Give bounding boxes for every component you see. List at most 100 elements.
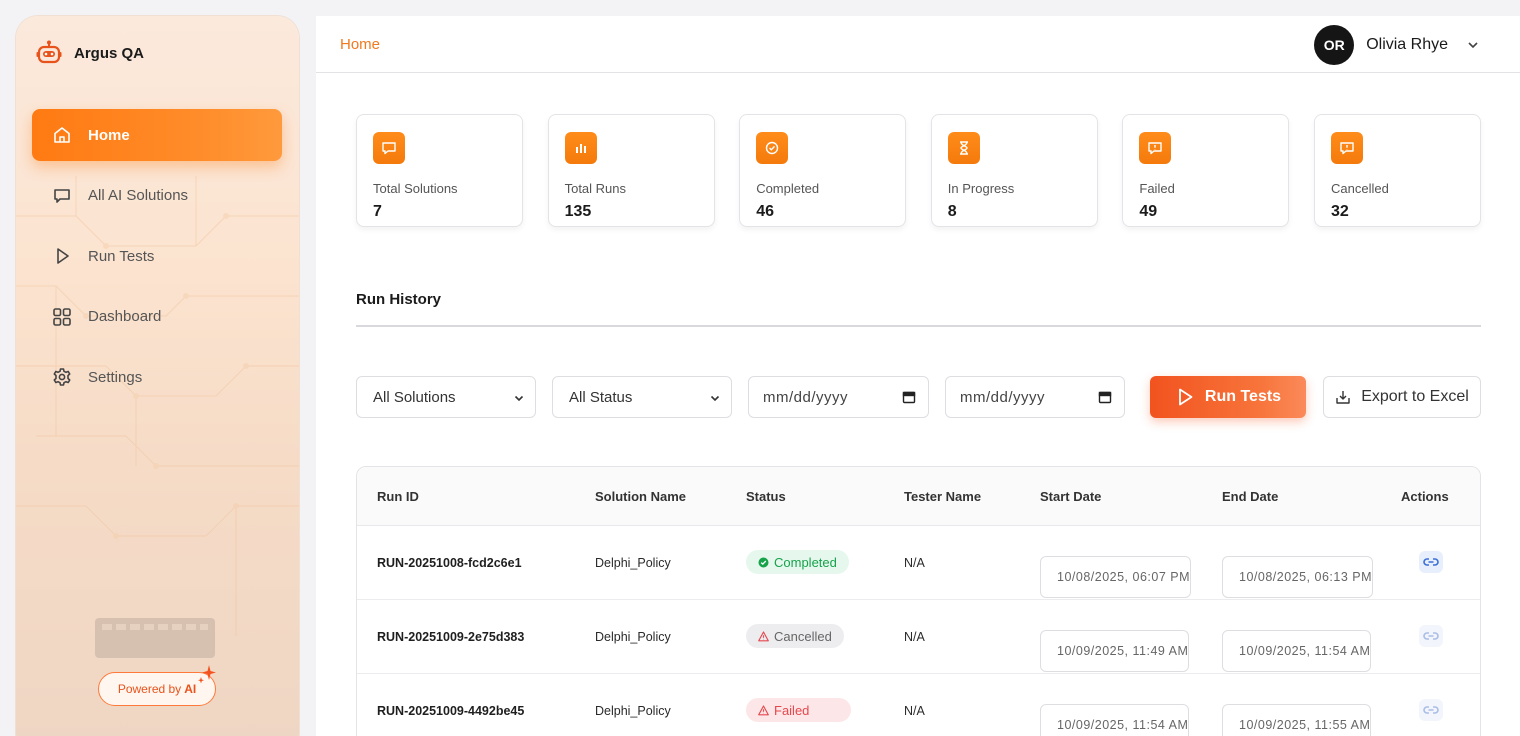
tester-name: N/A (904, 704, 925, 718)
start-date: 10/08/2025, 06:07 PM (1040, 556, 1192, 598)
filters-bar: All Solutions All Status mm/dd/yyyy mm/d… (356, 376, 1481, 418)
sidebar-item-label: All AI Solutions (88, 187, 189, 205)
stat-label: In Progress (947, 181, 1015, 196)
stats-cards: Total Solutions 7 Total Runs 135 Complet… (356, 114, 1481, 227)
chevron-down-icon[interactable] (1466, 38, 1480, 52)
breadcrumb[interactable]: Home (340, 36, 380, 53)
end-date: 10/09/2025, 11:55 AM (1222, 704, 1372, 736)
stat-value: 7 (373, 203, 382, 220)
stat-icon-box (1139, 132, 1172, 164)
sidebar-item-home[interactable]: Home (32, 109, 282, 161)
column-header: Solution Name (595, 489, 687, 504)
status-badge: Failed (746, 698, 851, 722)
solution-name: Delphi_Policy (595, 556, 671, 570)
stat-value: 49 (1139, 203, 1158, 220)
end-date-input[interactable]: mm/dd/yyyy (945, 376, 1125, 418)
stat-value: 135 (564, 203, 592, 220)
calendar-icon[interactable] (1098, 390, 1112, 404)
start-date: 10/09/2025, 11:49 AM (1040, 630, 1190, 672)
run-history-table: Run ID Solution Name Status Tester Name … (356, 466, 1481, 736)
status-filter-value: All Status (569, 388, 633, 406)
view-link-button[interactable] (1419, 699, 1443, 721)
stat-icon-box (373, 132, 405, 164)
column-header: Actions (1401, 489, 1449, 504)
status-badge: Completed (746, 550, 849, 574)
sidebar-item-run-tests[interactable]: Run Tests (32, 230, 282, 282)
grid-icon (53, 307, 71, 326)
stat-label: Completed (756, 181, 820, 196)
check-circle-icon (765, 141, 779, 155)
end-date: 10/09/2025, 11:54 AM (1222, 630, 1372, 672)
calendar-icon[interactable] (902, 390, 916, 404)
chevron-down-icon (514, 395, 524, 402)
sidebar-item-settings[interactable]: Settings (32, 351, 282, 403)
top-header: Home OR Olivia Rhye (316, 16, 1520, 73)
table-row[interactable]: RUN-20251009-2e75d383 Delphi_Policy Canc… (357, 600, 1480, 674)
table-row[interactable]: RUN-20251008-fcd2c6e1 Delphi_Policy Comp… (357, 526, 1480, 600)
sparkle-icon (198, 665, 216, 684)
stat-card-total-runs: Total Runs 135 (547, 114, 715, 227)
status-text: Failed (774, 702, 810, 718)
check-circle-icon (758, 557, 769, 567)
play-icon (57, 248, 69, 264)
sidebar-item-label: Settings (88, 368, 143, 386)
column-header: End Date (1222, 489, 1279, 504)
start-date-input[interactable]: mm/dd/yyyy (748, 376, 929, 418)
table-row[interactable]: RUN-20251009-4492be45 Delphi_Policy Fail… (357, 674, 1480, 736)
brand[interactable]: Argus QA (36, 40, 144, 66)
section-title-run-history: Run History (356, 291, 442, 308)
user-name: Olivia Rhye (1366, 36, 1448, 53)
stat-value: 46 (756, 203, 774, 220)
run-id: RUN-20251009-4492be45 (377, 704, 525, 718)
export-to-excel-button[interactable]: Export to Excel (1323, 376, 1481, 418)
view-link-button[interactable] (1419, 625, 1443, 647)
end-date: 10/08/2025, 06:13 PM (1222, 556, 1374, 598)
stat-card-in-progress: In Progress 8 (930, 114, 1098, 227)
stat-value: 8 (947, 203, 957, 220)
run-tests-label: Run Tests (1204, 388, 1282, 405)
stat-label: Cancelled (1331, 181, 1389, 196)
end-date-placeholder: mm/dd/yyyy (960, 388, 1046, 406)
chevron-down-icon (710, 395, 720, 402)
app-name: Argus QA (74, 44, 145, 62)
column-header: Status (746, 489, 786, 504)
section-divider (356, 325, 1481, 327)
status-badge: Cancelled (746, 624, 844, 648)
view-link-button[interactable] (1419, 551, 1443, 573)
user-menu[interactable]: OR Olivia Rhye (1314, 25, 1480, 65)
stat-icon-box (756, 132, 789, 164)
sidebar-item-label: Home (88, 126, 130, 144)
solution-filter-select[interactable]: All Solutions (356, 376, 536, 418)
sidebar-item-all-ai-solutions[interactable]: All AI Solutions (32, 170, 282, 222)
sidebar-item-label: Dashboard (88, 308, 162, 326)
warning-triangle-icon (758, 704, 769, 715)
robot-logo-icon (36, 40, 62, 64)
stat-icon-box (564, 132, 597, 164)
stat-card-failed: Failed 49 (1122, 114, 1290, 227)
bar-chart-icon (575, 144, 586, 153)
laptop-illustration-icon (95, 618, 215, 658)
alert-message-icon (1148, 142, 1163, 155)
stat-icon-box (1331, 132, 1363, 164)
warning-triangle-icon (758, 630, 769, 641)
run-tests-button[interactable]: Run Tests (1150, 376, 1306, 418)
home-icon (54, 127, 70, 143)
tester-name: N/A (904, 630, 925, 644)
stat-card-completed: Completed 46 (739, 114, 907, 227)
stat-label: Failed (1139, 181, 1175, 196)
link-icon (1423, 706, 1439, 714)
stat-label: Total Runs (564, 181, 627, 196)
link-icon (1423, 632, 1439, 640)
stat-icon-box (947, 132, 980, 164)
sidebar-item-dashboard[interactable]: Dashboard (32, 291, 282, 343)
sidebar-item-label: Run Tests (88, 247, 155, 265)
link-icon (1423, 558, 1439, 566)
solution-filter-value: All Solutions (373, 388, 456, 406)
solution-name: Delphi_Policy (595, 630, 671, 644)
main-content: Total Solutions 7 Total Runs 135 Complet… (316, 73, 1520, 736)
alert-message-icon (1340, 142, 1354, 155)
column-header: Start Date (1040, 489, 1102, 504)
status-filter-select[interactable]: All Status (552, 376, 732, 418)
status-text: Cancelled (774, 628, 832, 644)
start-date-placeholder: mm/dd/yyyy (763, 388, 849, 406)
